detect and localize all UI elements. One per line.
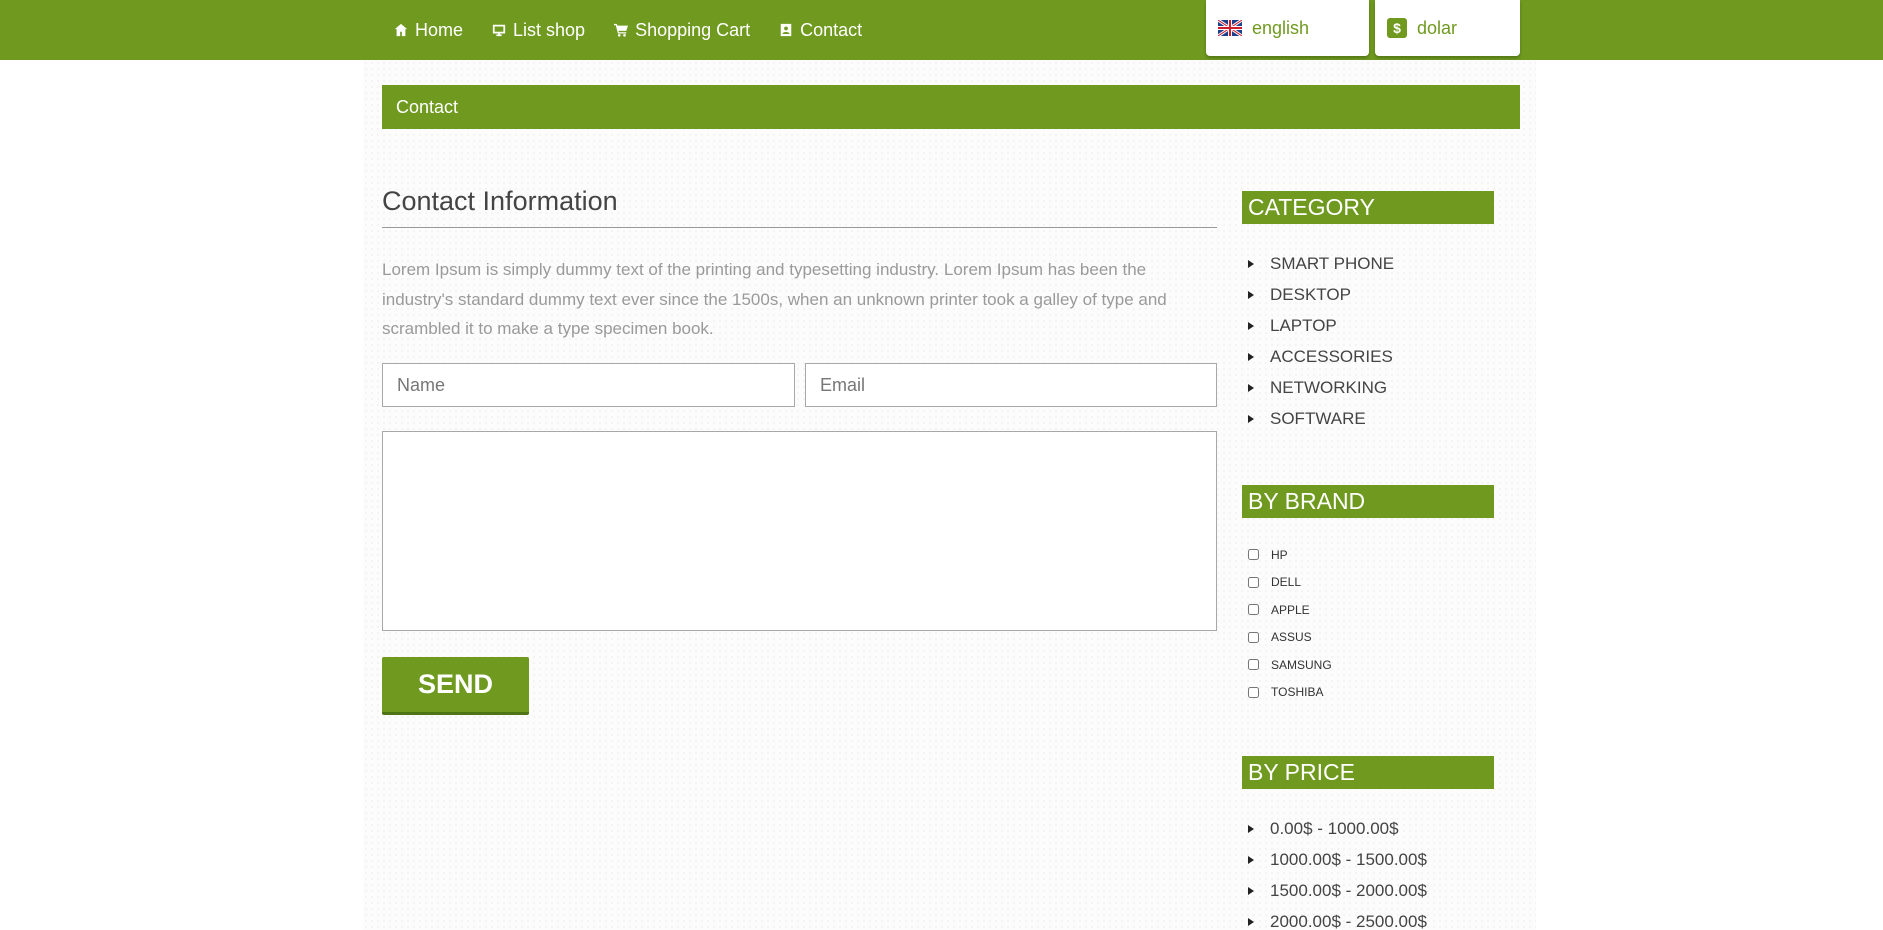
send-button[interactable]: SEND (382, 657, 529, 715)
breadcrumb: Contact (382, 85, 1520, 129)
brand-item: SAMSUNG (1248, 651, 1332, 679)
category-heading: CATEGORY (1242, 191, 1494, 224)
brand-label: HP (1271, 547, 1288, 562)
caret-right-icon (1248, 414, 1254, 423)
caret-right-icon (1248, 917, 1254, 926)
uk-flag-icon (1218, 20, 1242, 36)
brand-checkbox[interactable] (1248, 631, 1259, 643)
category-item-label: SMART PHONE (1270, 253, 1395, 273)
contact-card-icon (778, 22, 794, 38)
category-item[interactable]: DESKTOP (1248, 279, 1394, 310)
brand-label: SAMSUNG (1271, 657, 1332, 672)
brand-item: TOSHIBA (1248, 679, 1332, 707)
nav-home-label: Home (415, 19, 464, 40)
brand-label: ASSUS (1271, 630, 1312, 645)
home-icon (393, 22, 409, 38)
price-item-label: 2000.00$ - 2500.00$ (1270, 911, 1427, 930)
category-list: SMART PHONE DESKTOP LAPTOP ACCESSORIES N… (1248, 248, 1394, 434)
brand-item: HP (1248, 541, 1332, 569)
caret-right-icon (1248, 824, 1254, 833)
category-item-label: NETWORKING (1270, 377, 1388, 397)
category-item-label: ACCESSORIES (1270, 346, 1393, 366)
monitor-icon (491, 22, 507, 38)
main-nav: Home List shop Shopping Cart Contact (393, 0, 890, 60)
language-label: english (1252, 17, 1310, 38)
price-item-label: 1500.00$ - 2000.00$ (1270, 880, 1427, 900)
brand-checkbox[interactable] (1248, 659, 1259, 671)
currency-label: dolar (1417, 17, 1458, 38)
dollar-icon: $ (1387, 18, 1407, 38)
price-item[interactable]: 1500.00$ - 2000.00$ (1248, 875, 1427, 906)
brand-checkbox[interactable] (1248, 576, 1259, 588)
price-item-label: 1000.00$ - 1500.00$ (1270, 849, 1427, 869)
category-item-label: LAPTOP (1270, 315, 1337, 335)
contact-description: Lorem Ipsum is simply dummy text of the … (382, 260, 1167, 338)
brand-heading: BY BRAND (1242, 485, 1494, 518)
brand-item: DELL (1248, 569, 1332, 597)
brand-item: ASSUS (1248, 624, 1332, 652)
caret-right-icon (1248, 259, 1254, 268)
caret-right-icon (1248, 321, 1254, 330)
brand-list: HP DELL APPLE ASSUS SAMSUNG TOSHIBA (1248, 541, 1332, 706)
caret-right-icon (1248, 352, 1254, 361)
caret-right-icon (1248, 290, 1254, 299)
category-item[interactable]: LAPTOP (1248, 310, 1394, 341)
category-item[interactable]: SOFTWARE (1248, 403, 1394, 434)
name-field[interactable] (382, 363, 795, 407)
nav-list-shop[interactable]: List shop (491, 20, 585, 41)
nav-list-shop-label: List shop (513, 19, 586, 40)
breadcrumb-label: Contact (396, 96, 459, 117)
brand-checkbox[interactable] (1248, 686, 1259, 698)
message-textarea[interactable] (382, 431, 1217, 631)
brand-checkbox[interactable] (1248, 549, 1259, 561)
caret-right-icon (1248, 855, 1254, 864)
brand-label: DELL (1271, 575, 1302, 590)
category-item[interactable]: SMART PHONE (1248, 248, 1394, 279)
language-selector[interactable]: english (1206, 0, 1369, 56)
nav-home[interactable]: Home (393, 20, 463, 41)
brand-item: APPLE (1248, 596, 1332, 624)
title-divider (382, 227, 1217, 228)
brand-label: APPLE (1271, 602, 1310, 617)
category-item-label: DESKTOP (1270, 284, 1351, 304)
brand-checkbox[interactable] (1248, 604, 1259, 616)
price-item[interactable]: 2000.00$ - 2500.00$ (1248, 906, 1427, 930)
currency-selector[interactable]: $ dolar (1375, 0, 1520, 56)
top-navbar (0, 0, 1883, 60)
nav-shopping-cart-label: Shopping Cart (635, 19, 751, 40)
price-item[interactable]: 0.00$ - 1000.00$ (1248, 813, 1427, 844)
price-heading: BY PRICE (1242, 756, 1494, 789)
category-item[interactable]: ACCESSORIES (1248, 341, 1394, 372)
caret-right-icon (1248, 383, 1254, 392)
category-item-label: SOFTWARE (1270, 408, 1366, 428)
nav-shopping-cart[interactable]: Shopping Cart (613, 20, 750, 41)
brand-label: TOSHIBA (1271, 685, 1324, 700)
price-list: 0.00$ - 1000.00$ 1000.00$ - 1500.00$ 150… (1248, 813, 1427, 930)
page-title: Contact Information (382, 186, 618, 216)
caret-right-icon (1248, 886, 1254, 895)
email-field[interactable] (805, 363, 1217, 407)
nav-contact[interactable]: Contact (778, 20, 862, 41)
price-item[interactable]: 1000.00$ - 1500.00$ (1248, 844, 1427, 875)
price-item-label: 0.00$ - 1000.00$ (1270, 818, 1399, 838)
category-item[interactable]: NETWORKING (1248, 372, 1394, 403)
nav-contact-label: Contact (800, 19, 863, 40)
cart-icon (613, 22, 629, 38)
